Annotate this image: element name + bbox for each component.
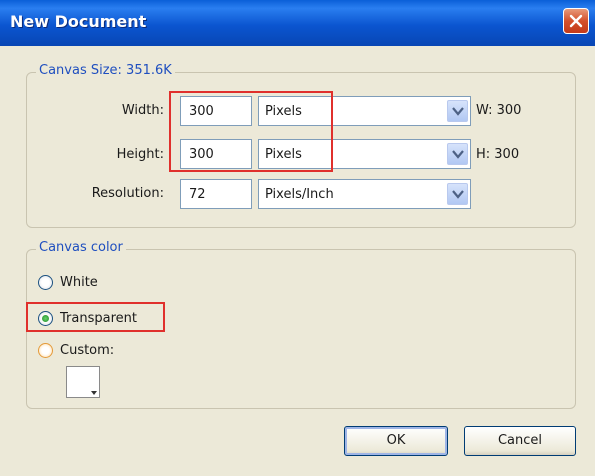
chevron-down-icon xyxy=(452,190,464,199)
close-icon xyxy=(569,14,583,28)
chevron-down-icon xyxy=(452,150,464,159)
height-readout: H: 300 xyxy=(476,147,520,162)
radio-white-circle[interactable] xyxy=(38,275,53,290)
resolution-label: Resolution: xyxy=(91,186,164,201)
radio-white-label: White xyxy=(60,275,98,290)
canvas-color-legend: Canvas color xyxy=(36,240,126,255)
width-unit-dropdown-button[interactable] xyxy=(447,100,468,122)
resolution-unit-select[interactable]: Pixels/Inch xyxy=(258,179,471,209)
new-document-dialog: New Document Canvas Size: 351.6K Width: … xyxy=(0,0,595,476)
dialog-title: New Document xyxy=(10,12,147,31)
radio-custom-label: Custom: xyxy=(60,343,115,358)
highlight-width-height xyxy=(169,91,333,172)
swatch-dropdown-icon xyxy=(91,391,97,395)
title-bar[interactable]: New Document xyxy=(0,0,595,46)
width-readout: W: 300 xyxy=(476,103,522,118)
radio-custom-circle[interactable] xyxy=(38,343,53,358)
resolution-unit-dropdown-button[interactable] xyxy=(447,183,468,205)
cancel-button[interactable]: Cancel xyxy=(464,426,576,456)
resolution-unit-value: Pixels/Inch xyxy=(265,187,334,202)
custom-color-swatch[interactable] xyxy=(66,366,100,398)
width-label: Width: xyxy=(121,103,164,118)
height-unit-dropdown-button[interactable] xyxy=(447,143,468,165)
resolution-input[interactable]: 72 xyxy=(180,179,252,209)
height-label: Height: xyxy=(116,147,164,162)
highlight-transparent xyxy=(26,302,165,332)
chevron-down-icon xyxy=(452,107,464,116)
canvas-size-legend: Canvas Size: 351.6K xyxy=(36,63,175,78)
close-button[interactable] xyxy=(563,8,589,34)
ok-button[interactable]: OK xyxy=(344,426,448,456)
